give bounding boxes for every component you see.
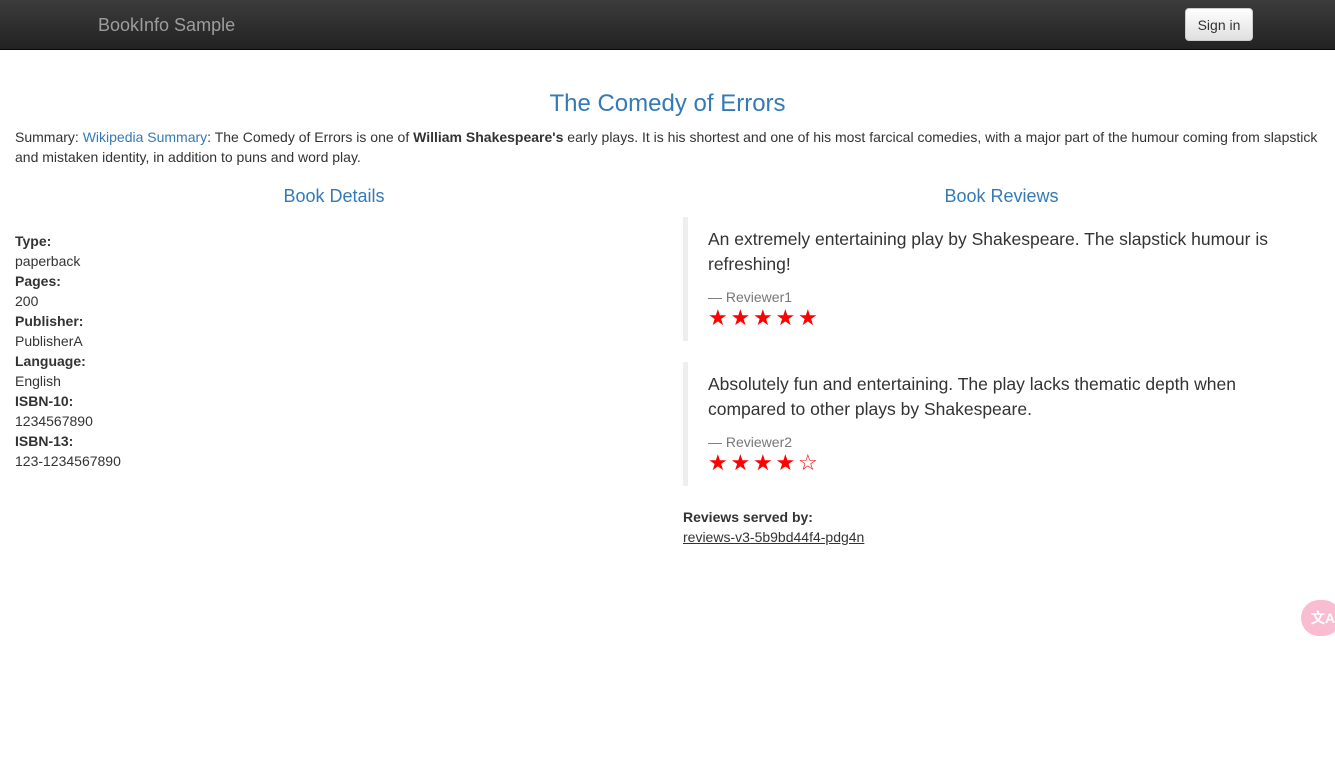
book-reviews-heading: Book Reviews bbox=[944, 186, 1059, 206]
review-block: An extremely entertaining play by Shakes… bbox=[683, 217, 1303, 341]
star-filled-icon: ★ bbox=[753, 305, 773, 330]
star-empty-icon: ☆ bbox=[798, 450, 818, 475]
reviews-served-by: Reviews served by: reviews-v3-5b9bd44f4-… bbox=[683, 507, 864, 547]
review-block: Absolutely fun and entertaining. The pla… bbox=[683, 362, 1303, 486]
detail-value-publisher: PublisherA bbox=[15, 333, 83, 349]
star-filled-icon: ★ bbox=[775, 305, 796, 330]
detail-label-isbn13: ISBN-13: bbox=[15, 433, 74, 449]
navbar: BookInfo Sample Sign in bbox=[0, 0, 1335, 50]
star-filled-icon: ★ bbox=[708, 450, 728, 475]
wikipedia-summary-link[interactable]: Wikipedia Summary bbox=[83, 129, 207, 145]
detail-label-type: Type: bbox=[15, 233, 52, 249]
detail-label-language: Language: bbox=[15, 353, 86, 369]
reviewer-name: — Reviewer1 bbox=[708, 289, 793, 305]
detail-value-type: paperback bbox=[15, 253, 81, 269]
brand-link[interactable]: BookInfo Sample bbox=[98, 14, 235, 36]
star-filled-icon: ★ bbox=[730, 305, 751, 330]
sign-in-button[interactable]: Sign in bbox=[1185, 8, 1253, 41]
star-filled-icon: ★ bbox=[775, 450, 796, 475]
detail-value-language: English bbox=[15, 373, 61, 389]
translate-icon[interactable]: 文A bbox=[1301, 600, 1335, 636]
book-summary: Summary: Wikipedia Summary: The Comedy o… bbox=[15, 127, 1320, 167]
detail-value-isbn13: 123-1234567890 bbox=[15, 453, 121, 469]
star-rating: ★ ★ ★ ★ ★ bbox=[708, 307, 1303, 341]
star-filled-icon: ★ bbox=[708, 305, 728, 330]
summary-prefix: Summary: bbox=[15, 129, 83, 145]
detail-label-publisher: Publisher: bbox=[15, 313, 84, 329]
star-filled-icon: ★ bbox=[798, 305, 818, 330]
detail-label-pages: Pages: bbox=[15, 273, 61, 289]
book-details-list: Type: paperback Pages: 200 Publisher: Pu… bbox=[15, 231, 615, 471]
star-filled-icon: ★ bbox=[753, 450, 773, 475]
page-title: The Comedy of Errors bbox=[549, 90, 786, 117]
review-text: An extremely entertaining play by Shakes… bbox=[708, 229, 1268, 274]
book-details-heading: Book Details bbox=[283, 186, 385, 206]
served-by-pod-link[interactable]: reviews-v3-5b9bd44f4-pdg4n bbox=[683, 529, 864, 545]
served-by-label: Reviews served by: bbox=[683, 509, 813, 525]
summary-text-1: : The Comedy of Errors is one of bbox=[207, 129, 414, 145]
summary-author: William Shakespeare's bbox=[413, 129, 564, 145]
detail-label-isbn10: ISBN-10: bbox=[15, 393, 74, 409]
detail-value-isbn10: 1234567890 bbox=[15, 413, 93, 429]
reviewer-name: — Reviewer2 bbox=[708, 434, 793, 450]
detail-value-pages: 200 bbox=[15, 293, 39, 309]
star-rating: ★ ★ ★ ★ ☆ bbox=[708, 452, 1303, 486]
review-text: Absolutely fun and entertaining. The pla… bbox=[708, 374, 1236, 419]
star-filled-icon: ★ bbox=[730, 450, 751, 475]
